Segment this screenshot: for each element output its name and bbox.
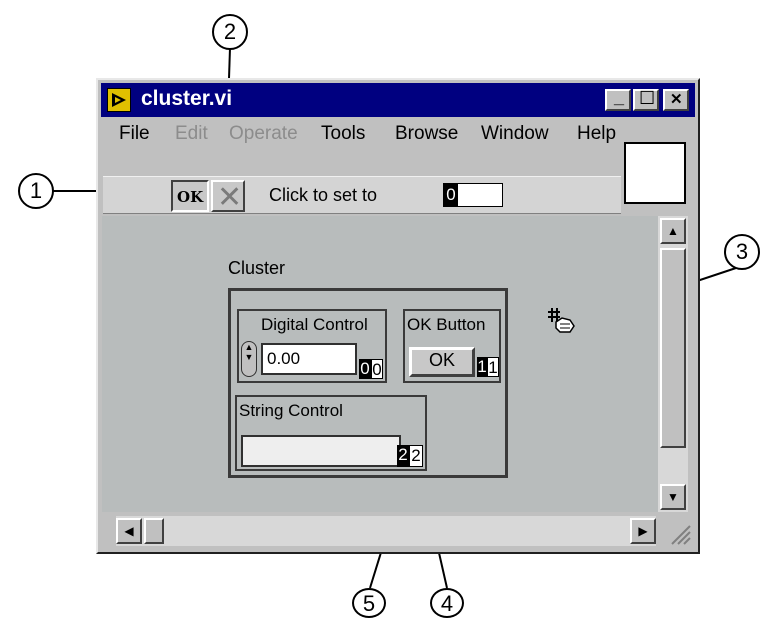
vertical-scroll-thumb[interactable] — [660, 248, 686, 448]
click-to-set-label: Click to set to — [269, 185, 378, 205]
close-icon: ✕ — [670, 91, 683, 108]
scroll-down-button[interactable]: ▼ — [660, 484, 686, 510]
labview-vi-icon[interactable] — [107, 88, 131, 112]
maximize-icon: ☐ — [639, 88, 656, 108]
minimize-icon: _ — [614, 87, 625, 107]
scroll-left-button[interactable]: ◀ — [116, 518, 142, 544]
cluster-control[interactable]: Digital Control ▲ ▼ 0.00 0 0 OK Button OK… — [228, 288, 508, 478]
menu-tools[interactable]: Tools — [321, 123, 365, 145]
menu-edit[interactable]: Edit — [175, 123, 208, 145]
minimize-button[interactable]: _ — [605, 87, 631, 111]
string-control-field[interactable] — [241, 435, 401, 467]
cluster-label: Cluster — [228, 258, 286, 278]
horizontal-scrollbar[interactable]: ◀ ▶ — [116, 516, 656, 546]
horizontal-scroll-thumb[interactable] — [144, 518, 164, 544]
string-control-label: String Control — [239, 401, 343, 420]
scroll-up-button[interactable]: ▲ — [660, 218, 686, 244]
menu-file[interactable]: File — [119, 123, 150, 145]
title-bar[interactable]: cluster.vi _ ☐ ✕ — [101, 83, 695, 117]
digital-control-field[interactable]: 0.00 — [261, 343, 357, 375]
callout-4: 4 — [430, 588, 464, 618]
digital-tab-order-old: 0 — [371, 359, 383, 379]
digital-control-label: Digital Control — [261, 315, 368, 334]
ok-button-label: OK Button — [407, 315, 486, 334]
callout-3: 3 — [724, 234, 760, 270]
close-button[interactable]: ✕ — [663, 89, 689, 111]
digital-control[interactable]: Digital Control ▲ ▼ 0.00 0 0 — [237, 309, 387, 383]
window-title: cluster.vi — [141, 87, 233, 110]
callout-2: 2 — [212, 14, 248, 50]
ok-tab-order-old: 1 — [487, 357, 499, 377]
ok-button[interactable]: OK — [409, 347, 475, 377]
string-control[interactable]: String Control 2 2 — [235, 395, 427, 471]
set-to-value-field[interactable]: 0 — [443, 183, 503, 207]
callout-5: 5 — [352, 588, 386, 618]
callout-1: 1 — [18, 173, 54, 209]
menu-operate[interactable]: Operate — [229, 123, 298, 145]
ok-tab-order-new: 1 — [477, 357, 487, 377]
digital-tab-order-new: 0 — [359, 359, 371, 379]
tab-order-cursor-icon — [548, 308, 575, 333]
tab-order-toolbar: OK ✕ Click to set to 0 — [103, 176, 621, 214]
menu-window[interactable]: Window — [481, 123, 549, 145]
ok-button-control[interactable]: OK Button OK 1 1 — [403, 309, 501, 383]
string-tab-order-old: 2 — [409, 445, 423, 467]
maximize-button[interactable]: ☐ — [633, 88, 659, 111]
vi-icon-pane[interactable] — [624, 142, 686, 204]
menu-browse[interactable]: Browse — [395, 123, 458, 145]
menu-help[interactable]: Help — [577, 123, 616, 145]
vertical-scrollbar[interactable]: ▲ ▼ — [658, 216, 688, 512]
scroll-right-button[interactable]: ▶ — [630, 518, 656, 544]
menu-bar: File Edit Operate Tools Browse Window He… — [101, 118, 619, 150]
cancel-icon: ✕ — [217, 181, 243, 214]
increment-decrement-icon[interactable]: ▲ ▼ — [241, 341, 257, 377]
ok-tool-button[interactable]: OK — [171, 180, 209, 212]
cancel-tool-button[interactable]: ✕ — [211, 180, 245, 214]
string-tab-order-new: 2 — [397, 445, 409, 467]
resize-grip-icon[interactable] — [668, 522, 692, 546]
